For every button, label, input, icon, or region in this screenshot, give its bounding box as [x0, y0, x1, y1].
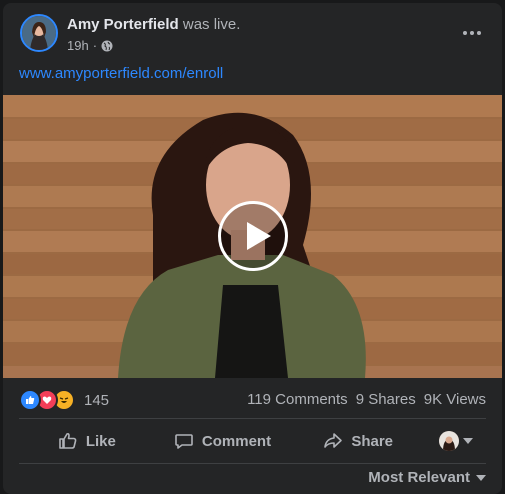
- comment-button[interactable]: Comment: [155, 423, 291, 459]
- post-header: Amy Porterfield was live. 19h ·: [3, 3, 502, 63]
- action-bar: Like Comment Share: [19, 421, 486, 461]
- like-button[interactable]: Like: [19, 423, 155, 459]
- actions-divider: [19, 463, 486, 464]
- viewer-avatar: [439, 431, 460, 451]
- reactions-summary[interactable]: 145: [19, 389, 109, 411]
- more-options-icon[interactable]: [458, 21, 486, 45]
- profile-selector[interactable]: [426, 431, 486, 451]
- more-dot: [463, 31, 467, 35]
- post-timestamp[interactable]: 19h: [67, 38, 89, 53]
- views-count: 9K Views: [423, 391, 486, 408]
- author-line: Amy Porterfield was live.: [67, 16, 240, 33]
- play-icon[interactable]: [218, 201, 288, 271]
- author-avatar[interactable]: [20, 14, 58, 52]
- share-icon: [324, 433, 343, 448]
- post-card: Amy Porterfield was live. 19h · www.amyp…: [3, 3, 502, 494]
- like-label: Like: [85, 432, 116, 450]
- stats-divider: [19, 418, 486, 419]
- shares-count[interactable]: 9 Shares: [356, 391, 416, 408]
- more-dot: [470, 31, 474, 35]
- share-button[interactable]: Share: [290, 423, 426, 459]
- post-stats: 145 119 Comments 9 Shares 9K Views: [3, 381, 502, 417]
- comment-label: Comment: [201, 432, 272, 450]
- chevron-down-icon: [463, 438, 474, 444]
- avatar-image: [22, 16, 56, 50]
- share-label: Share: [351, 432, 394, 450]
- author-name[interactable]: Amy Porterfield: [67, 16, 179, 33]
- meta-separator: ·: [92, 38, 98, 53]
- chevron-down-icon: [476, 474, 486, 481]
- comments-count[interactable]: 119 Comments: [247, 391, 348, 408]
- engagement-stats: 119 Comments 9 Shares 9K Views: [247, 391, 486, 408]
- like-reaction-icon: [19, 389, 41, 411]
- post-meta: 19h ·: [67, 38, 113, 53]
- like-icon: [59, 432, 77, 449]
- enroll-link[interactable]: www.amyporterfield.com/enroll: [19, 65, 223, 82]
- reaction-count: 145: [84, 391, 110, 409]
- sort-label: Most Relevant: [368, 469, 470, 486]
- more-dot: [477, 31, 481, 35]
- comment-icon: [175, 434, 193, 449]
- author-status: was live.: [178, 16, 241, 33]
- globe-icon[interactable]: [101, 40, 113, 52]
- comment-sort-dropdown[interactable]: Most Relevant: [368, 469, 486, 486]
